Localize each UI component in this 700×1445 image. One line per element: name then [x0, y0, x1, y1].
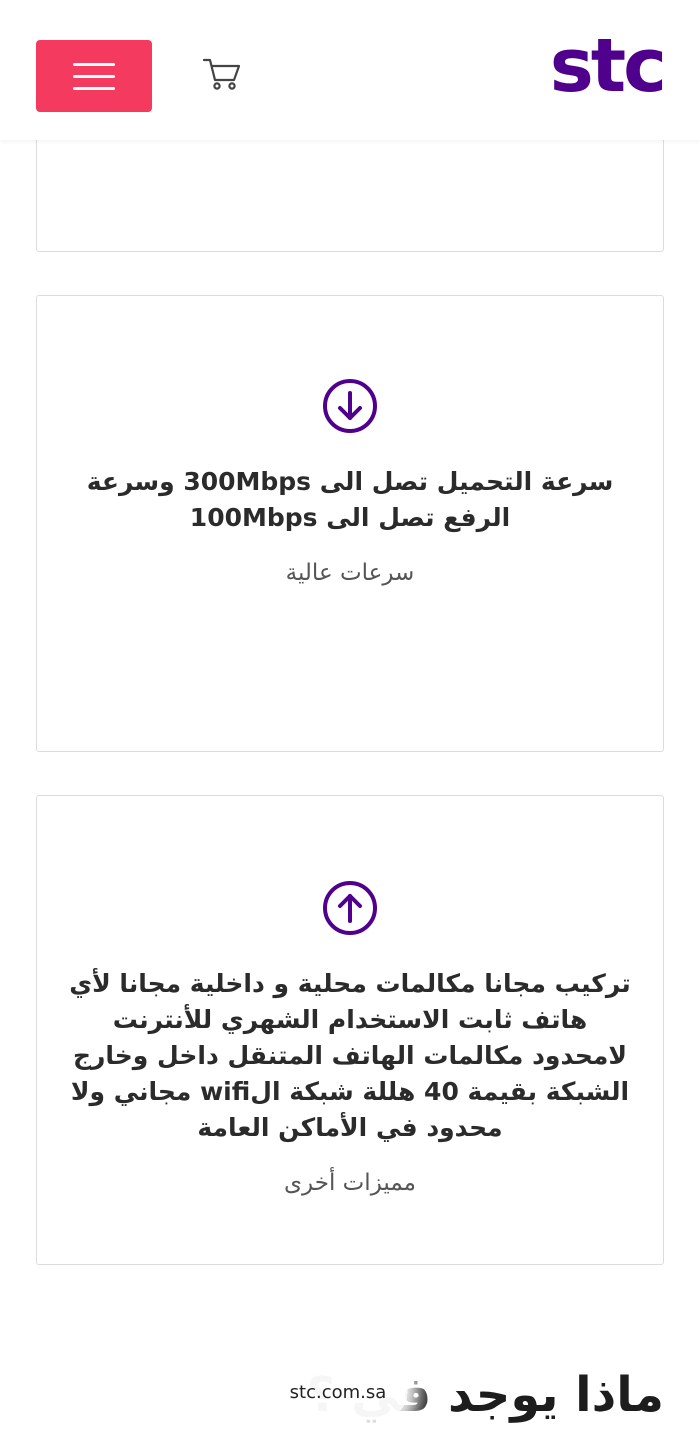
top-header: stc: [0, 0, 700, 140]
feature-card-other: تركيب مجانا مكالمات محلية و داخلية مجانا…: [36, 795, 664, 1265]
card-subtitle: سرعات عالية: [285, 560, 415, 586]
card-description: سرعة التحميل تصل الى 300Mbps وسرعة الرفع…: [86, 467, 614, 532]
feature-card-speed: سرعة التحميل تصل الى 300Mbps وسرعة الرفع…: [36, 295, 664, 752]
hamburger-menu-icon: [73, 62, 115, 90]
stc-logo[interactable]: stc: [550, 26, 667, 106]
menu-button[interactable]: [36, 40, 152, 112]
shopping-cart-icon[interactable]: [202, 56, 242, 92]
card-subtitle: مميزات أخرى: [284, 1170, 416, 1196]
arrow-up-circle-icon: [322, 880, 378, 936]
card-description: تركيب مجانا مكالمات محلية و داخلية مجانا…: [69, 969, 631, 1142]
domain-watermark: stc.com.sa: [268, 1364, 408, 1420]
arrow-down-circle-icon: [322, 378, 378, 434]
